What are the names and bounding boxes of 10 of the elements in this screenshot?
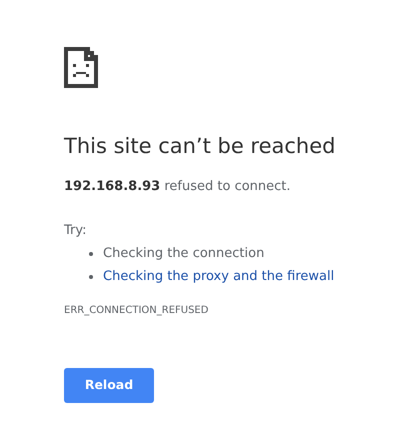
- try-label: Try:: [64, 222, 88, 240]
- suggestion-text: Checking the connection: [103, 245, 264, 263]
- bullet-icon: [89, 252, 93, 256]
- suggestion-link[interactable]: Checking the proxy and the firewall: [103, 268, 334, 286]
- error-message: 192.168.8.93 refused to connect.: [64, 178, 292, 196]
- bullet-icon: [89, 274, 93, 278]
- sad-page-icon: [64, 47, 98, 88]
- reload-button[interactable]: Reload: [64, 368, 154, 404]
- page-heading: This site can’t be reached: [64, 134, 336, 160]
- error-code: ERR_CONNECTION_REFUSED: [64, 304, 210, 318]
